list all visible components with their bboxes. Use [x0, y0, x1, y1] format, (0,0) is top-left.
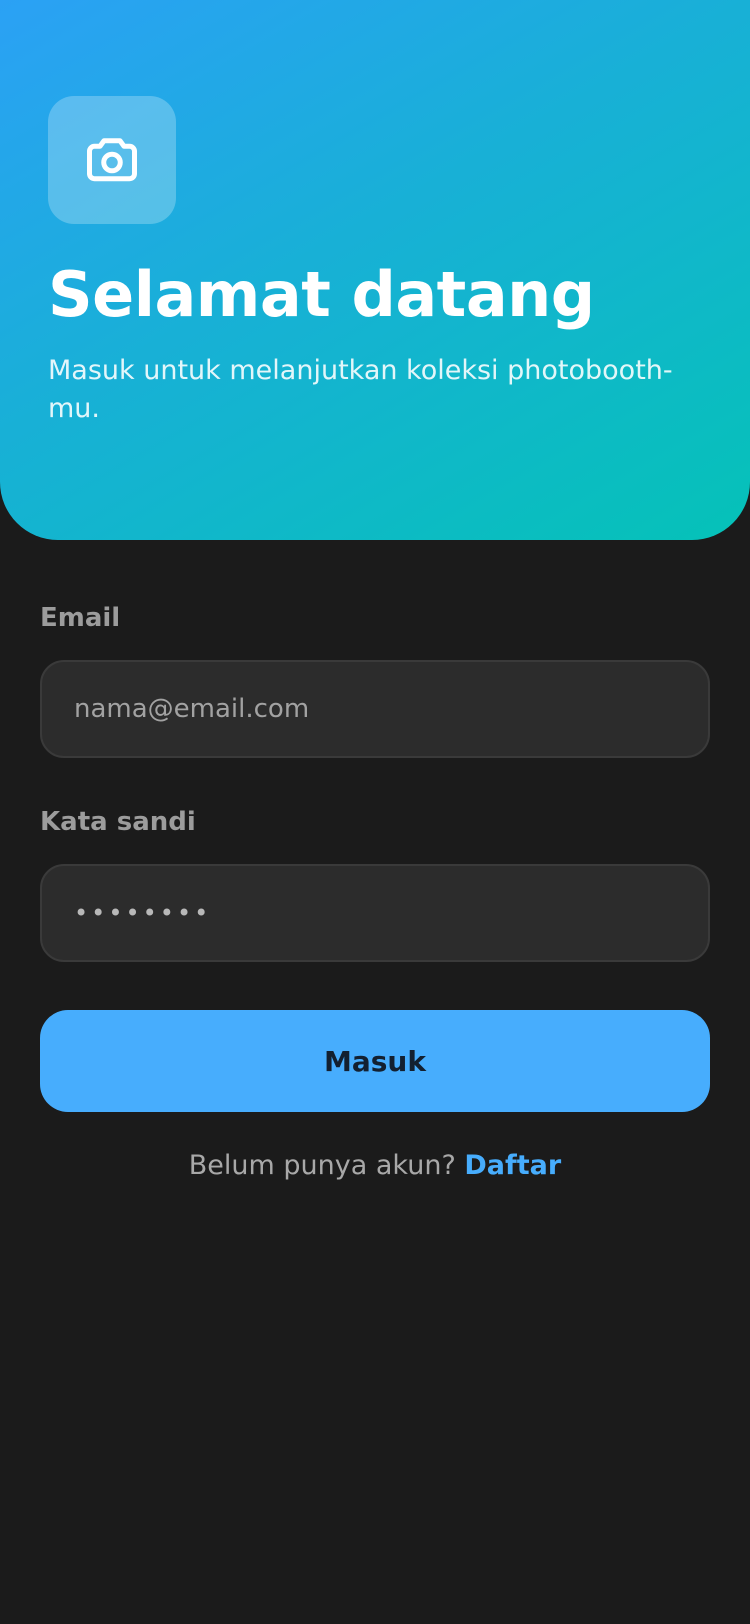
login-screen: Selamat datang Masuk untuk melanjutkan k… [0, 0, 750, 1624]
page-title: Selamat datang [48, 258, 595, 331]
welcome-header: Selamat datang Masuk untuk melanjutkan k… [0, 0, 750, 540]
page-subtitle: Masuk untuk melanjutkan koleksi photoboo… [48, 355, 673, 424]
signup-prompt-text: Belum punya akun? [188, 1150, 465, 1181]
login-button[interactable]: Masuk [40, 1010, 710, 1112]
camera-icon [87, 138, 137, 182]
signup-prompt-row: Belum punya akun? Daftar [0, 1150, 750, 1181]
email-field[interactable] [40, 660, 710, 758]
app-logo-badge [48, 96, 176, 224]
login-form: Email Kata sandi Masuk [40, 600, 710, 1112]
password-field[interactable] [40, 864, 710, 962]
signup-link[interactable]: Daftar [464, 1150, 561, 1181]
email-label: Email [40, 603, 121, 633]
password-label: Kata sandi [40, 807, 196, 837]
